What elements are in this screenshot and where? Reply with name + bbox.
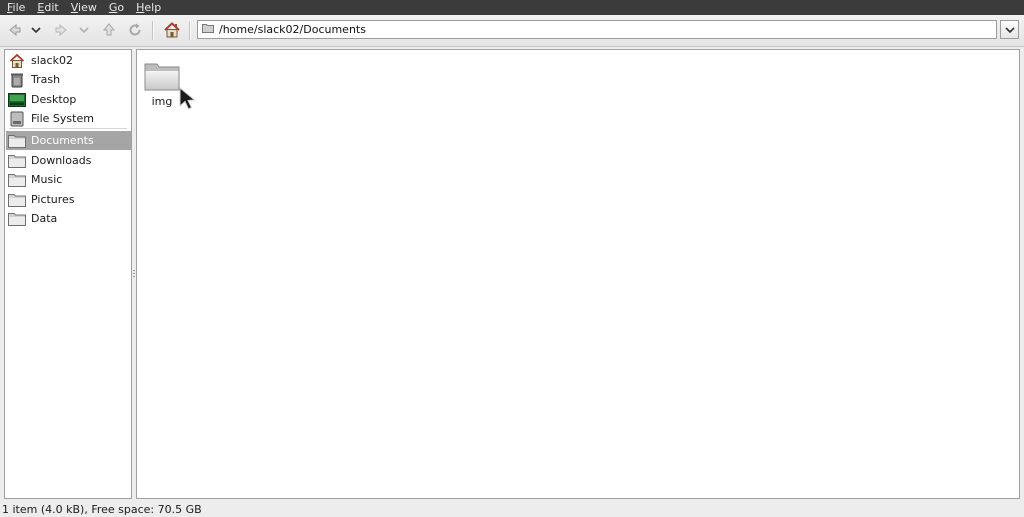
menu-edit[interactable]: Edit [31, 0, 64, 15]
sidebar-item-desktop[interactable]: Desktop [6, 90, 131, 109]
location-bar[interactable]: /home/slack02/Documents [197, 20, 997, 39]
status-bar: 1 item (4.0 kB), Free space: 70.5 GB [0, 502, 1024, 517]
up-button[interactable] [98, 19, 120, 41]
drive-icon [8, 111, 26, 127]
menu-view[interactable]: View [65, 0, 103, 15]
location-dropdown-button[interactable] [1000, 20, 1019, 39]
sidebar-item-label: slack02 [31, 54, 73, 67]
folder-icon [8, 211, 26, 227]
folder-icon [8, 133, 26, 149]
forward-arrow-icon [55, 23, 67, 37]
file-item-label: img [151, 95, 173, 108]
menubar: File Edit View Go Help [0, 0, 1024, 15]
reload-button[interactable] [124, 19, 146, 41]
trash-icon [8, 72, 26, 88]
sidebar-item-label: Documents [31, 134, 94, 147]
folder-icon [144, 60, 180, 92]
sidebar-item-music[interactable]: Music [6, 170, 131, 189]
chevron-down-icon [79, 27, 89, 34]
sidebar-item-file-system[interactable]: File System [6, 109, 131, 128]
mouse-pointer-icon [178, 86, 198, 115]
menu-go[interactable]: Go [103, 0, 130, 15]
forward-history-dropdown[interactable] [76, 19, 92, 41]
toolbar-separator [189, 21, 190, 40]
toolbar: /home/slack02/Documents [0, 15, 1024, 47]
sidebar-item-label: Pictures [31, 193, 75, 206]
sidebar-item-label: Downloads [31, 154, 92, 167]
sidebar-item-label: Music [31, 173, 63, 186]
sidebar-item-pictures[interactable]: Pictures [6, 190, 131, 209]
menu-file[interactable]: File [0, 0, 31, 15]
folder-icon [202, 23, 214, 36]
folder-icon [8, 192, 26, 208]
home-button[interactable] [160, 19, 184, 41]
menu-help[interactable]: Help [130, 0, 167, 15]
back-arrow-icon [9, 23, 21, 37]
location-path: /home/slack02/Documents [219, 23, 366, 36]
back-button[interactable] [4, 19, 26, 41]
reload-icon [129, 23, 141, 36]
sidebar-item-trash[interactable]: Trash [6, 70, 131, 89]
sidebar-item-data[interactable]: Data [6, 209, 131, 228]
sidebar-item-label: Data [31, 212, 58, 225]
folder-icon [8, 153, 26, 169]
sidebar-item-label: File System [31, 112, 94, 125]
file-item-img[interactable]: img [143, 60, 181, 108]
folder-icon [8, 172, 26, 188]
home-icon [8, 53, 26, 69]
back-history-dropdown[interactable] [28, 19, 44, 41]
chevron-down-icon [1004, 26, 1015, 33]
toolbar-separator [152, 21, 153, 40]
sidebar-item-documents[interactable]: Documents [6, 131, 131, 150]
sidebar-item-downloads[interactable]: Downloads [6, 151, 131, 170]
up-arrow-icon [102, 23, 116, 36]
sidebar-item-home[interactable]: slack02 [6, 51, 131, 70]
sidebar-separator [9, 128, 127, 129]
pane-resize-handle[interactable] [133, 270, 135, 279]
status-text: 1 item (4.0 kB), Free space: 70.5 GB [2, 503, 202, 516]
forward-button[interactable] [50, 19, 72, 41]
sidebar: slack02 Trash Desktop File System Docume… [4, 49, 132, 499]
sidebar-item-label: Desktop [31, 93, 77, 106]
desktop-icon [8, 92, 26, 108]
file-view[interactable]: img [136, 49, 1020, 499]
home-icon [164, 22, 180, 38]
chevron-down-icon [31, 27, 41, 34]
sidebar-item-label: Trash [31, 73, 61, 86]
